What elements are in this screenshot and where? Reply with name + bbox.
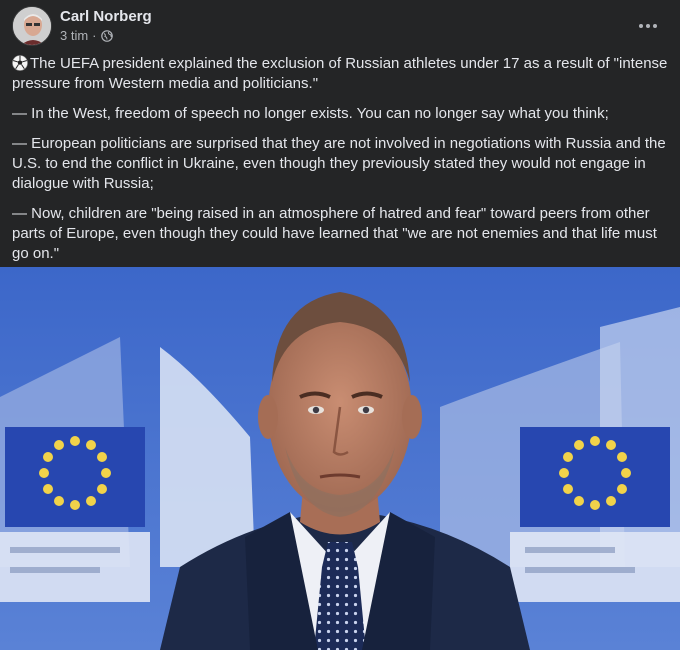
facebook-post: Carl Norberg 3 tim · The UEFA president … bbox=[0, 0, 680, 650]
photo-image bbox=[0, 267, 680, 650]
post-photo[interactable] bbox=[0, 267, 680, 650]
author-name[interactable]: Carl Norberg bbox=[60, 8, 152, 25]
post-time[interactable]: 3 tim bbox=[60, 28, 88, 43]
paragraph-1-text: The UEFA president explained the exclusi… bbox=[12, 55, 668, 92]
meta-separator: · bbox=[92, 28, 97, 43]
paragraph-1: The UEFA president explained the exclusi… bbox=[12, 54, 668, 94]
paragraph-3: — European politicians are surprised tha… bbox=[12, 135, 666, 192]
post-meta: 3 tim · bbox=[60, 28, 113, 43]
soccer-ball-emoji bbox=[12, 55, 28, 71]
post-header: Carl Norberg 3 tim · bbox=[12, 6, 668, 46]
author-avatar[interactable] bbox=[12, 6, 52, 46]
paragraph-2: — In the West, freedom of speech no long… bbox=[12, 105, 609, 122]
avatar-image bbox=[13, 7, 51, 45]
post-text: The UEFA president explained the exclusi… bbox=[12, 54, 668, 274]
globe-icon[interactable] bbox=[100, 29, 113, 42]
paragraph-4: — Now, children are "being raised in an … bbox=[12, 205, 657, 262]
more-options-icon[interactable] bbox=[632, 10, 664, 42]
